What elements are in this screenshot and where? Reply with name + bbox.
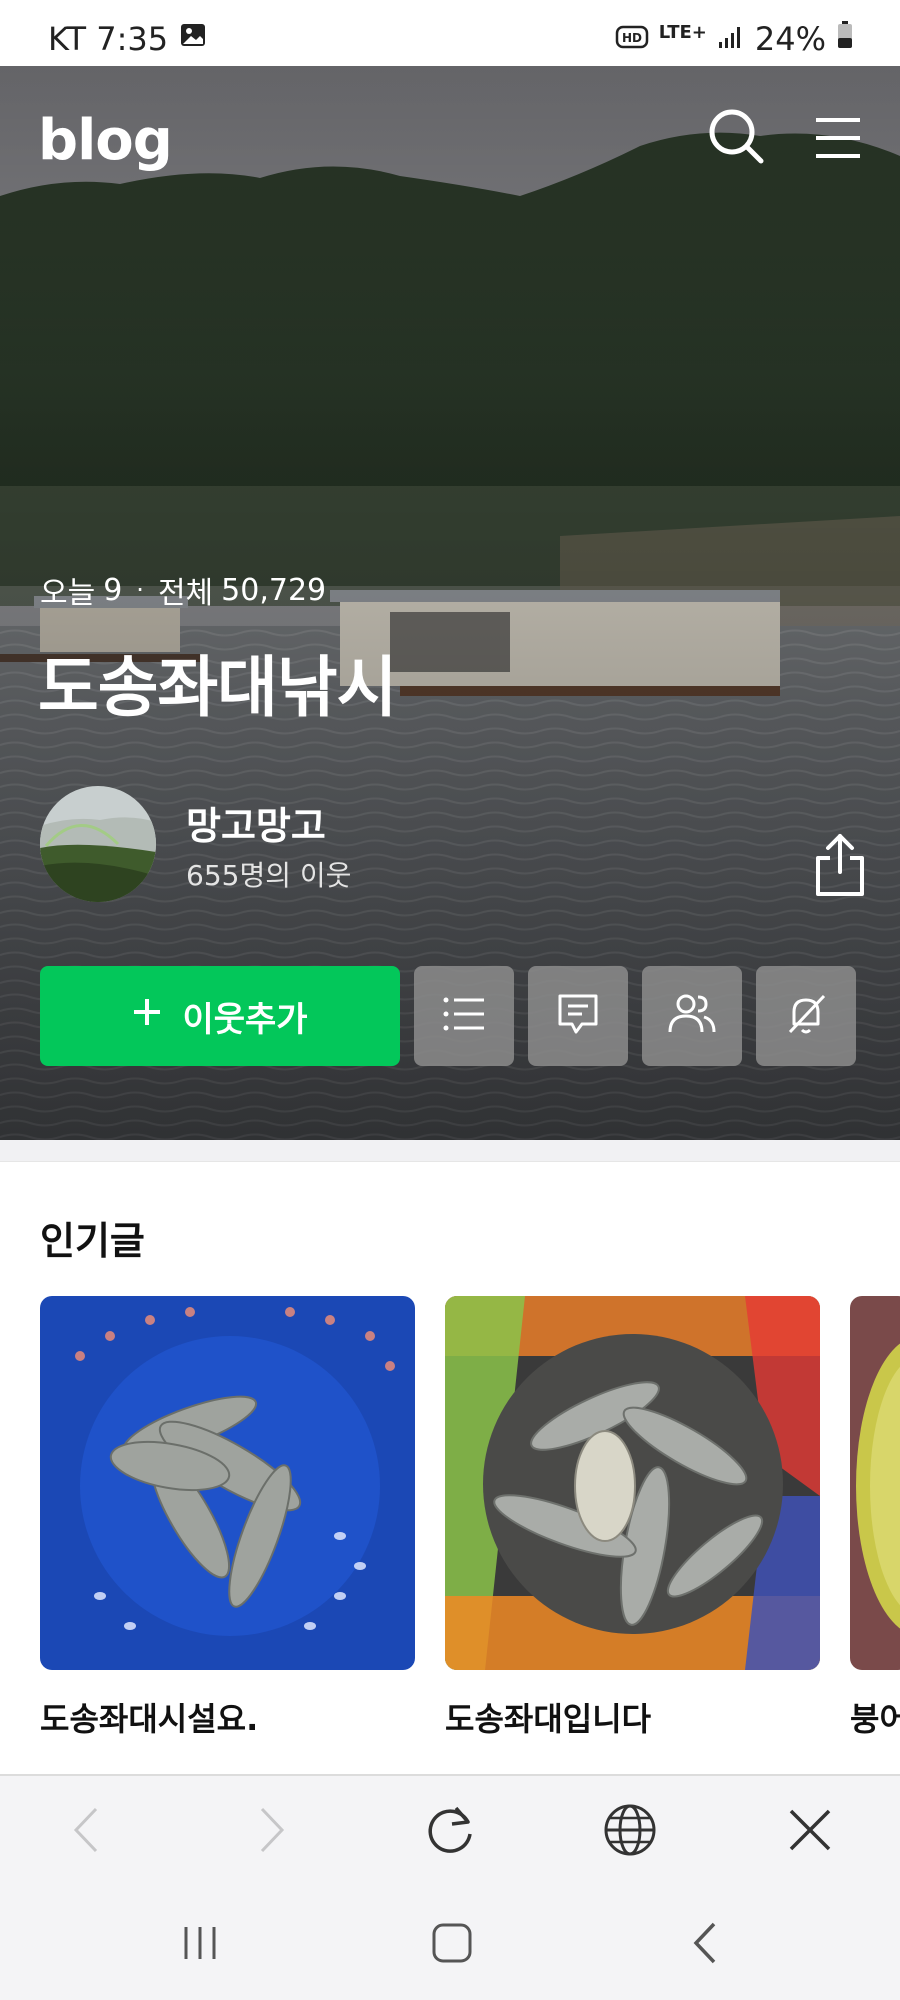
total-count: 50,729 bbox=[221, 572, 327, 608]
battery-percent: 24% bbox=[754, 20, 826, 58]
back-icon[interactable] bbox=[56, 1800, 116, 1860]
neighbor-count: 655명의 이웃 bbox=[186, 858, 352, 892]
blog-logo[interactable]: blog bbox=[38, 108, 173, 173]
globe-icon[interactable] bbox=[600, 1800, 660, 1860]
lte-icon: LTE+ bbox=[658, 22, 707, 43]
browser-toolbar bbox=[0, 1774, 900, 1884]
blogger-profile[interactable]: 망고망고 655명의 이웃 bbox=[40, 786, 351, 902]
no-notify-icon bbox=[784, 992, 828, 1040]
status-bar: KT 7:35 HD LTE+ 24% bbox=[0, 0, 900, 66]
post-card[interactable]: 도송좌대입니다 bbox=[445, 1296, 820, 1740]
hd-icon: HD bbox=[615, 20, 649, 58]
post-thumbnail[interactable] bbox=[445, 1296, 820, 1670]
recent-apps-icon[interactable] bbox=[170, 1918, 230, 1968]
visitor-stats: 오늘 9 · 전체 50,729 bbox=[40, 568, 326, 612]
close-icon[interactable] bbox=[780, 1800, 840, 1860]
nav-back-icon[interactable] bbox=[676, 1918, 736, 1968]
share-icon[interactable] bbox=[812, 832, 868, 898]
carrier-time: KT 7:35 bbox=[48, 20, 169, 58]
section-title: 인기글 bbox=[40, 1219, 145, 1263]
guestbook-button[interactable] bbox=[528, 966, 628, 1066]
forward-icon[interactable] bbox=[242, 1800, 302, 1860]
search-icon[interactable] bbox=[706, 106, 766, 166]
section-divider bbox=[0, 1140, 900, 1162]
people-icon bbox=[668, 992, 716, 1040]
chat-icon bbox=[556, 992, 600, 1040]
menu-icon[interactable] bbox=[808, 106, 868, 166]
today-count: 9 bbox=[103, 572, 123, 608]
add-neighbor-label: 이웃추가 bbox=[182, 999, 308, 1040]
blog-cover: blog 오늘 9 · 전체 50,729 도송좌대낚시 망고망고 655명의 … bbox=[0, 66, 900, 1140]
refresh-icon[interactable] bbox=[420, 1800, 480, 1860]
blog-title: 도송좌대낚시 bbox=[38, 649, 397, 726]
add-neighbor-button[interactable]: 이웃추가 bbox=[40, 966, 400, 1066]
today-label: 오늘 bbox=[40, 576, 96, 611]
popular-posts-section: 인기글 도송좌대시설요. 도송좌대입니다 붕어 bbox=[0, 1140, 900, 1776]
post-title[interactable]: 도송좌대시설요. bbox=[40, 1694, 415, 1740]
avatar[interactable] bbox=[40, 786, 156, 902]
post-thumbnail[interactable] bbox=[40, 1296, 415, 1670]
battery-icon bbox=[836, 20, 854, 58]
post-list-button[interactable] bbox=[414, 966, 514, 1066]
popular-post-list: 도송좌대시설요. 도송좌대입니다 붕어 bbox=[40, 1296, 900, 1740]
post-thumbnail[interactable] bbox=[850, 1296, 900, 1670]
svg-text:HD: HD bbox=[622, 31, 642, 45]
post-card[interactable]: 도송좌대시설요. bbox=[40, 1296, 415, 1740]
post-title[interactable]: 도송좌대입니다 bbox=[445, 1694, 820, 1740]
post-title[interactable]: 붕어 bbox=[850, 1694, 900, 1740]
gallery-icon bbox=[178, 20, 208, 58]
total-label: 전체 bbox=[157, 576, 214, 611]
post-card[interactable]: 붕어 bbox=[850, 1296, 900, 1740]
neighbors-button[interactable] bbox=[642, 966, 742, 1066]
blogger-nickname[interactable]: 망고망고 bbox=[186, 795, 351, 850]
blog-actions: 이웃추가 bbox=[40, 966, 856, 1066]
home-icon[interactable] bbox=[422, 1918, 482, 1968]
plus-icon bbox=[132, 996, 162, 1036]
signal-icon bbox=[717, 20, 745, 58]
notification-off-button[interactable] bbox=[756, 966, 856, 1066]
system-navigation-bar bbox=[0, 1884, 900, 2000]
list-icon bbox=[442, 994, 486, 1038]
stats-separator: · bbox=[136, 576, 144, 604]
